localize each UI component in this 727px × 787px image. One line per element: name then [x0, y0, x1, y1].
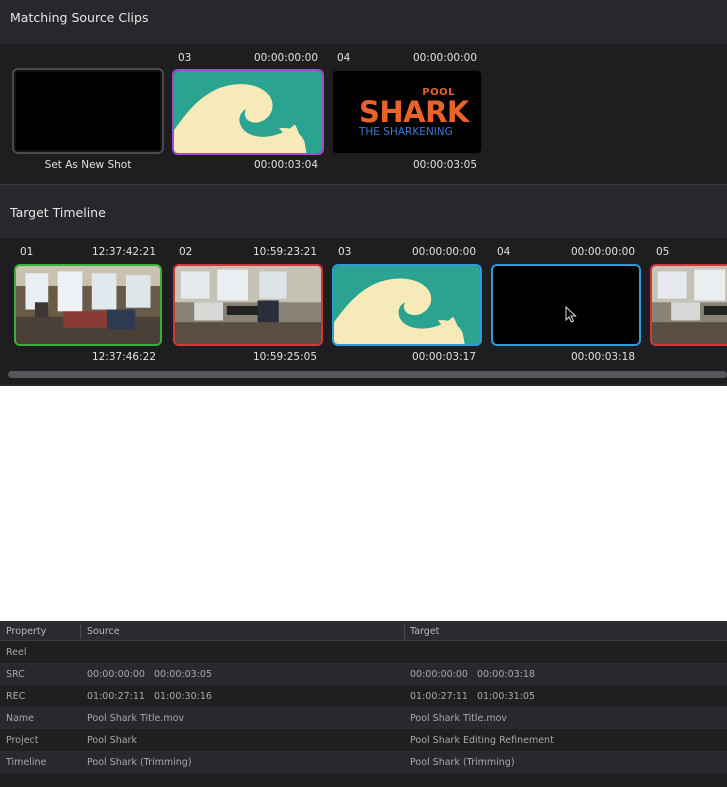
clip-number: 01: [20, 246, 34, 258]
row-source: Pool Shark: [87, 735, 137, 746]
row-target: Pool Shark Title.mov: [410, 713, 508, 724]
title-card-big: SHARK: [359, 95, 469, 129]
row-property: Project: [6, 735, 39, 746]
row-property: REC: [6, 691, 26, 702]
clip-timecode-in: 12:37:42:21: [91, 246, 156, 258]
clip-thumbnail: [172, 69, 324, 155]
clip-number: 03: [338, 246, 352, 258]
clip-thumbnail: [173, 264, 323, 346]
row-source: Pool Shark Title.mov: [87, 713, 185, 724]
row-property: Timeline: [6, 757, 47, 768]
table-row: Name Pool Shark Title.mov Pool Shark Tit…: [0, 707, 727, 729]
timeline-clip-04[interactable]: 04 00:00:00:00 00:00:03:18: [491, 246, 641, 372]
clip-thumbnail: [14, 264, 162, 346]
title-card-sub: THE SHARKENING: [359, 126, 453, 138]
header-property: Property: [6, 626, 47, 637]
clip-thumbnail: [650, 264, 727, 346]
clip-timecode-out: 10:59:25:05: [252, 351, 317, 363]
clip-number: 03: [178, 52, 192, 64]
source-clip-04[interactable]: 04 00:00:00:00 POOL SHARK THE SHARKENING…: [331, 52, 483, 178]
column-divider[interactable]: [404, 623, 405, 639]
clip-timecode-out: 00:00:03:04: [253, 159, 318, 171]
column-divider[interactable]: [80, 623, 81, 639]
set-as-new-shot-label: Set As New Shot: [44, 159, 132, 171]
row-property: Name: [6, 713, 35, 724]
clip-properties-table: Property Source Target Reel SRC 00:00:00…: [0, 621, 727, 787]
table-row: SRC 00:00:00:00 00:00:03:05 00:00:00:00 …: [0, 663, 727, 685]
target-timeline-strip: 01 12:37:42:21 12:37:46:22 02 10:59:23:2…: [0, 238, 727, 384]
clip-timecode-in: 00:00:00:00: [412, 52, 477, 64]
clip-thumbnail: [491, 264, 641, 346]
row-property: Reel: [6, 647, 27, 658]
timeline-clip-02[interactable]: 02 10:59:23:21 10:59:25:05: [173, 246, 323, 372]
clip-match-panel: Matching Source Clips Set As New Shot 03…: [0, 0, 727, 386]
timeline-scrollbar[interactable]: [8, 371, 727, 378]
row-target: Pool Shark (Trimming): [410, 757, 515, 768]
row-target: 00:00:00:00 00:00:03:18: [410, 669, 535, 680]
header-source: Source: [87, 626, 120, 637]
clip-timecode-in: 00:00:00:00: [253, 52, 318, 64]
clip-timecode-out: 00:00:03:05: [412, 159, 477, 171]
clip-number: 04: [337, 52, 351, 64]
source-clip-03[interactable]: 03 00:00:00:00 00:00:03:04: [172, 52, 324, 178]
table-row: Reel: [0, 641, 727, 663]
matching-source-clips-title: Matching Source Clips: [10, 10, 149, 25]
table-row: Timeline Pool Shark (Trimming) Pool Shar…: [0, 751, 727, 773]
clip-timecode-in: 00:00:00:00: [570, 246, 635, 258]
timeline-clip-05[interactable]: 05: [650, 246, 727, 372]
empty-thumbnail: [12, 68, 164, 154]
title-card-image: POOL SHARK THE SHARKENING: [333, 71, 481, 153]
target-timeline-title: Target Timeline: [10, 205, 106, 220]
row-target: Pool Shark Editing Refinement: [410, 735, 554, 746]
clip-thumbnail: [332, 264, 482, 346]
clip-timecode-out: 12:37:46:22: [91, 351, 156, 363]
timeline-clip-03[interactable]: 03 00:00:00:00 00:00:03:17: [332, 246, 482, 372]
clip-timecode-out: 00:00:03:18: [570, 351, 635, 363]
matching-source-strip: Set As New Shot 03 00:00:00:00 00:00:03:…: [0, 44, 727, 184]
clip-thumbnail: POOL SHARK THE SHARKENING: [331, 69, 483, 155]
timeline-clip-01[interactable]: 01 12:37:42:21 12:37:46:22: [14, 246, 162, 372]
clip-number: 02: [179, 246, 193, 258]
clip-number: 05: [656, 246, 670, 258]
row-target: 01:00:27:11 01:00:31:05: [410, 691, 535, 702]
header-target: Target: [410, 626, 440, 637]
row-source: Pool Shark (Trimming): [87, 757, 192, 768]
table-row: REC 01:00:27:11 01:00:30:16 01:00:27:11 …: [0, 685, 727, 707]
clip-timecode-in: 00:00:00:00: [411, 246, 476, 258]
table-row: Project Pool Shark Pool Shark Editing Re…: [0, 729, 727, 751]
clip-timecode-out: 00:00:03:17: [411, 351, 476, 363]
row-source: 01:00:27:11 01:00:30:16: [87, 691, 212, 702]
table-header: Property Source Target: [0, 621, 727, 641]
row-property: SRC: [6, 669, 25, 680]
pointer-cursor-icon: [565, 306, 577, 323]
row-source: 00:00:00:00 00:00:03:05: [87, 669, 212, 680]
clip-number: 04: [497, 246, 511, 258]
clip-timecode-in: 10:59:23:21: [252, 246, 317, 258]
section-divider: [0, 184, 727, 185]
